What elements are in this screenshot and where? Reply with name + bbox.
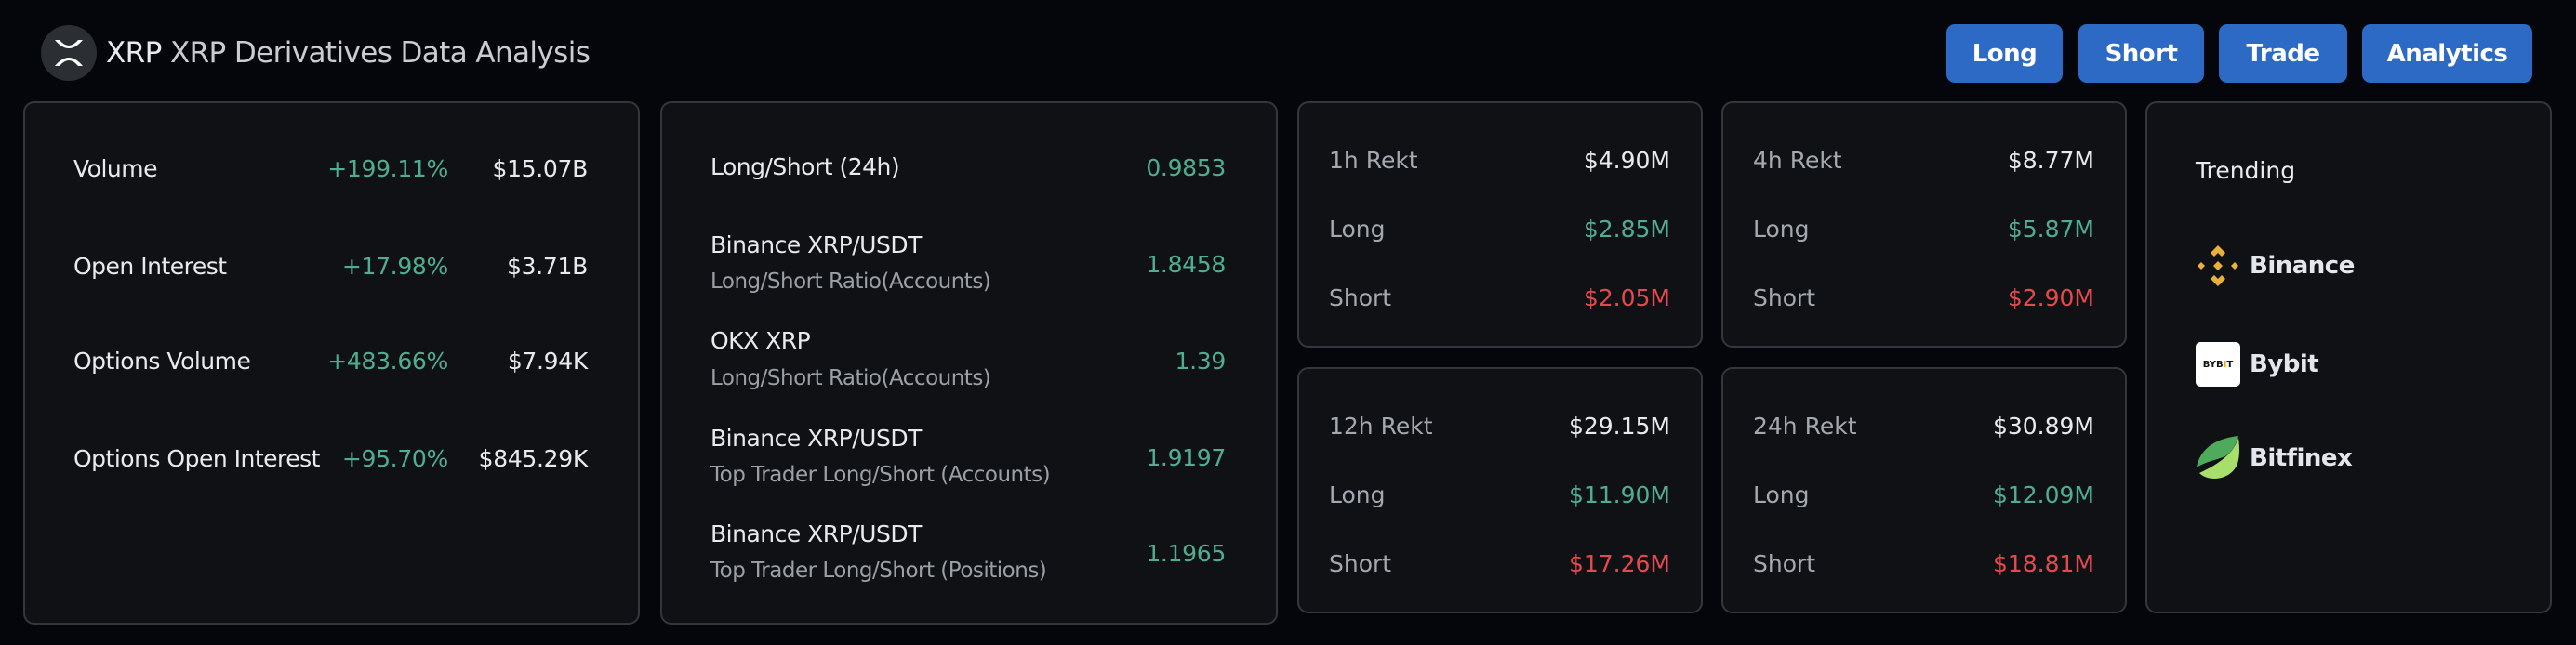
analytics-button[interactable]: Analytics xyxy=(2362,24,2532,83)
rekt-1h-panel: 1h Rekt $4.90M Long $2.85M Short $2.05M xyxy=(1297,101,1703,348)
overview-row-options-open-interest: Options Open Interest +95.70% $845.29K xyxy=(25,441,638,478)
ratio-subtitle: Top Trader Long/Short (Accounts) xyxy=(710,463,1051,487)
rekt-short-row: Short $18.81M xyxy=(1723,546,2125,583)
long-button[interactable]: Long xyxy=(1946,24,2063,83)
long-short-24h-value: 0.9853 xyxy=(1146,154,1226,181)
bybit-logo-icon: BYB I T xyxy=(2196,342,2240,387)
rekt-total: $4.90M xyxy=(1583,147,1670,174)
overview-value: $845.29K xyxy=(478,445,589,472)
rekt-total: $30.89M xyxy=(1992,413,2094,440)
overview-label: Options Volume xyxy=(73,348,251,375)
rekt-12h-panel: 12h Rekt $29.15M Long $11.90M Short $17.… xyxy=(1297,367,1703,613)
trending-item-name: Binance xyxy=(2250,252,2355,280)
rekt-short-value: $2.05M xyxy=(1583,284,1670,311)
rekt-short-value: $17.26M xyxy=(1568,550,1670,577)
trending-item-bitfinex[interactable]: Bitfinex xyxy=(2196,436,2353,480)
title-prefix: XRP xyxy=(106,36,162,70)
rekt-label: 12h Rekt xyxy=(1329,413,1433,440)
overview-change: +483.66% xyxy=(327,348,448,375)
long-short-panel: Long/Short (24h) 0.9853 Binance XRP/USDT… xyxy=(660,101,1278,625)
binance-logo-icon xyxy=(2196,244,2240,288)
trending-item-bybit[interactable]: BYB I T Bybit xyxy=(2196,342,2319,387)
rekt-short-label: Short xyxy=(1329,284,1392,311)
rekt-long-row: Long $2.85M xyxy=(1299,211,1701,248)
overview-change: +199.11% xyxy=(327,155,448,182)
rekt-total: $8.77M xyxy=(2007,147,2094,174)
rekt-label: 4h Rekt xyxy=(1753,147,1842,174)
rekt-short-label: Short xyxy=(1329,550,1392,577)
overview-row-open-interest: Open Interest +17.98% $3.71B xyxy=(25,248,638,285)
rekt-short-row: Short $2.90M xyxy=(1723,280,2125,317)
overview-row-options-volume: Options Volume +483.66% $7.94K xyxy=(25,343,638,380)
rekt-short-row: Short $17.26M xyxy=(1299,546,1701,583)
rekt-total-row: 1h Rekt $4.90M xyxy=(1299,142,1701,179)
ratio-subtitle: Long/Short Ratio(Accounts) xyxy=(710,366,991,390)
rekt-label: 1h Rekt xyxy=(1329,147,1418,174)
ratio-title: Binance XRP/USDT xyxy=(710,520,922,547)
overview-label: Open Interest xyxy=(73,253,227,280)
rekt-total-row: 24h Rekt $30.89M xyxy=(1723,408,2125,445)
xrp-logo-icon xyxy=(41,25,97,81)
rekt-long-label: Long xyxy=(1753,481,1810,508)
rekt-short-value: $18.81M xyxy=(1992,550,2094,577)
rekt-short-label: Short xyxy=(1753,550,1816,577)
trade-button[interactable]: Trade xyxy=(2219,24,2347,83)
overview-change: +17.98% xyxy=(341,253,448,280)
rekt-24h-panel: 24h Rekt $30.89M Long $12.09M Short $18.… xyxy=(1721,367,2127,613)
bitfinex-logo-icon xyxy=(2196,436,2240,480)
ratio-value: 1.39 xyxy=(1175,348,1227,375)
rekt-total: $29.15M xyxy=(1568,413,1670,440)
rekt-4h-panel: 4h Rekt $8.77M Long $5.87M Short $2.90M xyxy=(1721,101,2127,348)
rekt-long-value: $5.87M xyxy=(2007,216,2094,243)
long-short-24h-label: Long/Short (24h) xyxy=(710,153,900,180)
rekt-short-value: $2.90M xyxy=(2007,284,2094,311)
ratio-subtitle: Top Trader Long/Short (Positions) xyxy=(710,559,1047,583)
ratio-value: 1.1965 xyxy=(1146,540,1226,567)
rekt-long-value: $2.85M xyxy=(1583,216,1670,243)
page-title: XRP XRP Derivatives Data Analysis xyxy=(106,32,591,74)
rekt-total-row: 4h Rekt $8.77M xyxy=(1723,142,2125,179)
overview-row-volume: Volume +199.11% $15.07B xyxy=(25,151,638,188)
trending-item-binance[interactable]: Binance xyxy=(2196,244,2355,288)
trending-item-name: Bitfinex xyxy=(2250,444,2353,472)
ratio-title: Binance XRP/USDT xyxy=(710,231,922,258)
overview-value: $7.94K xyxy=(507,348,588,375)
ratio-subtitle: Long/Short Ratio(Accounts) xyxy=(710,270,991,294)
rekt-long-value: $12.09M xyxy=(1992,481,2094,508)
overview-value: $15.07B xyxy=(492,155,588,182)
rekt-label: 24h Rekt xyxy=(1753,413,1857,440)
trending-panel: Trending Binance BYB I T Bybit Bitfinex xyxy=(2145,101,2552,613)
title-main: XRP Derivatives Data Analysis xyxy=(169,36,591,70)
short-button[interactable]: Short xyxy=(2078,24,2204,83)
rekt-long-value: $11.90M xyxy=(1568,481,1670,508)
overview-panel: Volume +199.11% $15.07B Open Interest +1… xyxy=(23,101,640,625)
overview-value: $3.71B xyxy=(507,253,588,280)
rekt-long-label: Long xyxy=(1329,216,1386,243)
rekt-long-row: Long $5.87M xyxy=(1723,211,2125,248)
trending-title: Trending xyxy=(2196,157,2296,184)
rekt-short-label: Short xyxy=(1753,284,1816,311)
ratio-title: OKX XRP xyxy=(710,327,811,354)
rekt-long-label: Long xyxy=(1753,216,1810,243)
rekt-total-row: 12h Rekt $29.15M xyxy=(1299,408,1701,445)
rekt-long-label: Long xyxy=(1329,481,1386,508)
trending-item-name: Bybit xyxy=(2250,350,2319,378)
overview-change: +95.70% xyxy=(341,445,448,472)
rekt-long-row: Long $12.09M xyxy=(1723,477,2125,514)
rekt-short-row: Short $2.05M xyxy=(1299,280,1701,317)
ratio-title: Binance XRP/USDT xyxy=(710,425,922,452)
ratio-value: 1.8458 xyxy=(1146,251,1226,278)
ratio-value: 1.9197 xyxy=(1146,444,1226,471)
overview-label: Volume xyxy=(73,155,157,182)
overview-label: Options Open Interest xyxy=(73,445,320,472)
rekt-long-row: Long $11.90M xyxy=(1299,477,1701,514)
